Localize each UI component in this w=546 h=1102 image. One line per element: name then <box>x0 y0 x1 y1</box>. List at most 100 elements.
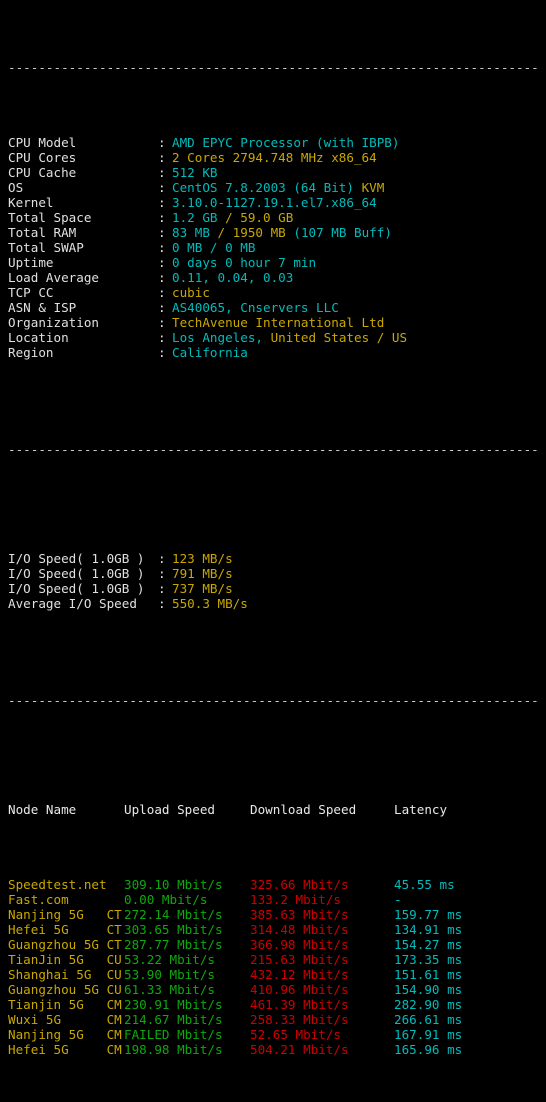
node-carrier-spacer <box>99 937 107 952</box>
system-info-label: ASN & ISP <box>8 300 77 315</box>
system-info-colon: : <box>158 255 166 270</box>
table-row: Nanjing 5G CT 272.14 Mbit/s 385.63 Mbit/s 1… <box>0 907 546 922</box>
node-carrier: CU <box>106 967 122 982</box>
system-info-colon: : <box>158 135 166 150</box>
speedtest-node-name: Guangzhou 5G CT <box>8 937 124 952</box>
node-label: Wuxi 5G <box>8 1012 62 1027</box>
system-info-colon: : <box>158 180 166 195</box>
node-label: Nanjing 5G <box>8 1027 84 1042</box>
speedtest-upload-speed: 230.91 Mbit/s <box>124 997 223 1012</box>
table-row: Fast.com 0.00 Mbit/s 133.2 Mbit/s - <box>0 892 546 907</box>
node-label: Speedtest.net <box>8 877 107 892</box>
spacer-after-io <box>0 656 546 663</box>
speedtest-download-speed: 432.12 Mbit/s <box>250 967 349 982</box>
system-info-label: Total RAM <box>8 225 77 240</box>
node-carrier-spacer <box>69 1042 107 1057</box>
system-info-row: OS: CentOS 7.8.2003 (64 Bit) KVM <box>0 180 546 195</box>
speedtest-node-name: Wuxi 5G CM <box>8 1012 124 1027</box>
system-info-colon: : <box>158 195 166 210</box>
system-info-label: CPU Model <box>8 135 77 150</box>
speedtest-latency: 154.90 ms <box>394 982 463 997</box>
node-carrier-spacer <box>99 982 107 997</box>
node-carrier-spacer <box>84 1027 107 1042</box>
node-carrier: CU <box>106 952 122 967</box>
system-info-colon: : <box>158 345 166 360</box>
speedtest-download-speed: 325.66 Mbit/s <box>250 877 349 892</box>
io-test-value: 123 MB/s <box>172 551 233 566</box>
system-info-value-alt: / 59.0 GB <box>225 210 294 225</box>
speedtest-download-speed: 461.39 Mbit/s <box>250 997 349 1012</box>
speedtest-latency: 154.27 ms <box>394 937 463 952</box>
system-info-row: CPU Cores:2 Cores 2794.748 MHz x86_64 <box>0 150 546 165</box>
node-label: Hefei 5G <box>8 1042 69 1057</box>
speedtest-download-speed: 385.63 Mbit/s <box>250 907 349 922</box>
speedtest-download-speed: 366.98 Mbit/s <box>250 937 349 952</box>
speedtest-node-name: Fast.com <box>8 892 124 907</box>
speedtest-upload-speed: 287.77 Mbit/s <box>124 937 223 952</box>
system-info-value: 0 days 0 hour 7 min <box>172 255 317 270</box>
node-label: TianJin 5G <box>8 952 84 967</box>
speedtest-node-name: Guangzhou 5G CU <box>8 982 124 997</box>
node-carrier-spacer <box>91 967 106 982</box>
speedtest-download-speed: 314.48 Mbit/s <box>250 922 349 937</box>
spacer-before-io <box>0 487 546 491</box>
system-info-label: Location <box>8 330 69 345</box>
io-test-label: I/O Speed( 1.0GB ) <box>8 551 145 566</box>
system-info-colon: : <box>158 300 166 315</box>
system-info-label: Region <box>8 345 54 360</box>
system-info-row: Total RAM:83 MB / 1950 MB (107 MB Buff) <box>0 225 546 240</box>
system-info-value: AMD EPYC Processor (with IBPB) <box>172 135 400 150</box>
speedtest-node-name: Speedtest.net <box>8 877 124 892</box>
speedtest-latency: 282.90 ms <box>394 997 463 1012</box>
speedtest-latency: 173.35 ms <box>394 952 463 967</box>
table-row: Hefei 5G CM 198.98 Mbit/s 504.21 Mbit/s 165… <box>0 1042 546 1057</box>
io-test-label: Average I/O Speed <box>8 596 137 611</box>
speedtest-upload-speed: 53.90 Mbit/s <box>124 967 215 982</box>
node-label: Nanjing 5G <box>8 907 84 922</box>
speedtest-download-speed: 133.2 Mbit/s <box>250 892 341 907</box>
speedtest-latency: 167.91 ms <box>394 1027 463 1042</box>
speedtest-latency: 151.61 ms <box>394 967 463 982</box>
system-info-value: 1.2 GB <box>172 210 218 225</box>
speedtest-download-speed: 215.63 Mbit/s <box>250 952 349 967</box>
io-test-value: 791 MB/s <box>172 566 233 581</box>
system-info-label: Uptime <box>8 255 54 270</box>
column-header-download-speed: Download Speed <box>250 802 357 817</box>
system-info-value-alt: United States / US <box>270 330 408 345</box>
system-info-label: Kernel <box>8 195 54 210</box>
system-info-row: Location: Los Angeles, United States / US <box>0 330 546 345</box>
speedtest-rows: Speedtest.net 309.10 Mbit/s 325.66 Mbit/s 4… <box>0 877 546 1057</box>
io-test-value: 737 MB/s <box>172 581 233 596</box>
node-label: Tianjin 5G <box>8 997 84 1012</box>
speedtest-node-name: Shanghai 5G CU <box>8 967 124 982</box>
system-info-row: ASN & ISP: AS40065, Cnservers LLC <box>0 300 546 315</box>
system-info-row: Total SWAP:0 MB / 0 MB <box>0 240 546 255</box>
speedtest-node-name: Nanjing 5G CT <box>8 907 124 922</box>
speedtest-download-speed: 504.21 Mbit/s <box>250 1042 349 1057</box>
table-row: Guangzhou 5G CU 61.33 Mbit/s 410.96 Mbit/s… <box>0 982 546 997</box>
spacer-after-sysinfo <box>0 405 546 412</box>
speedtest-table-header: Node Name Upload Speed Download Speed Laten… <box>0 802 546 817</box>
column-header-node-name: Node Name <box>8 802 77 817</box>
io-test-row: I/O Speed( 1.0GB ):791 MB/s <box>0 566 546 581</box>
speedtest-latency: 266.61 ms <box>394 1012 463 1027</box>
system-info-colon: : <box>158 225 166 240</box>
column-header-upload-speed: Upload Speed <box>124 802 215 817</box>
io-test-value: 550.3 MB/s <box>172 596 248 611</box>
speedtest-upload-speed: 272.14 Mbit/s <box>124 907 223 922</box>
system-info-value: AS40065, Cnservers LLC <box>172 300 339 315</box>
speedtest-latency: 159.77 ms <box>394 907 463 922</box>
separator-dashes: ----------------------------------------… <box>8 60 539 75</box>
system-info-row: CPU Cache:512 KB <box>0 165 546 180</box>
table-row: Nanjing 5G CM FAILED Mbit/s 52.65 Mbit/s 16… <box>0 1027 546 1042</box>
node-label: Guangzhou 5G <box>8 982 99 997</box>
system-info-value-alt: / 1950 MB <box>217 225 286 240</box>
system-info-value-extra: (107 MB Buff) <box>293 225 392 240</box>
system-info-row: Organization: TechAvenue International Lt… <box>0 315 546 330</box>
system-info-row: CPU Model: AMD EPYC Processor (with IBPB) <box>0 135 546 150</box>
system-info-colon: : <box>158 210 166 225</box>
system-info-colon: : <box>158 315 166 330</box>
io-test-label: I/O Speed( 1.0GB ) <box>8 566 145 581</box>
table-row: Tianjin 5G CM 230.91 Mbit/s 461.39 Mbit/s 2… <box>0 997 546 1012</box>
io-test-row: I/O Speed( 1.0GB ):123 MB/s <box>0 551 546 566</box>
